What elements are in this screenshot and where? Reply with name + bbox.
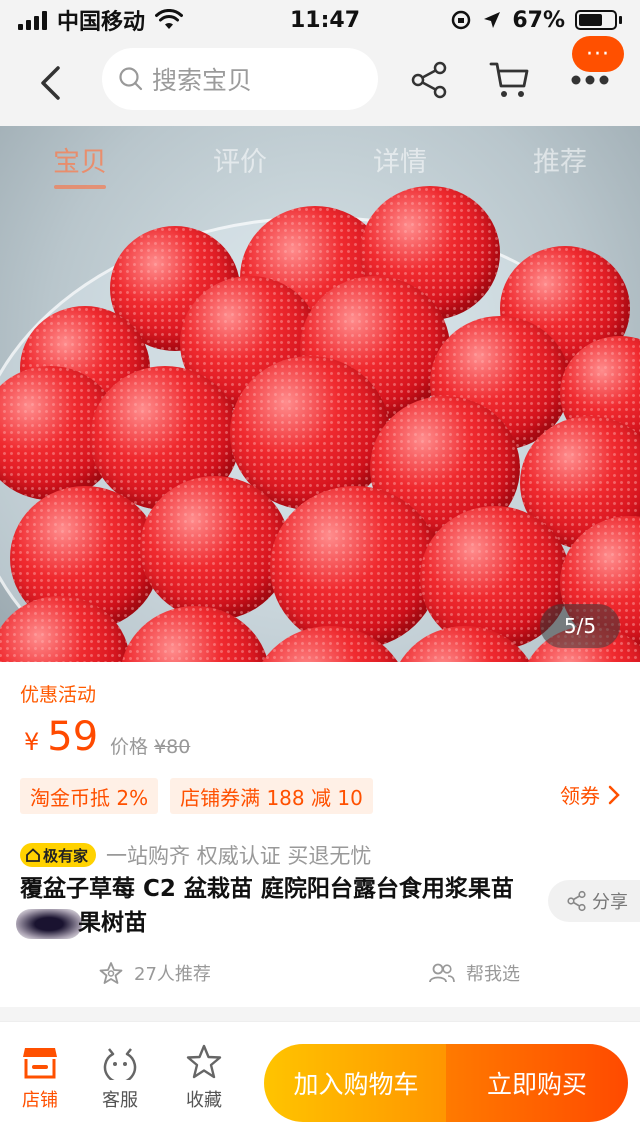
tab-underline (54, 184, 106, 189)
bottom-action-bar: 店铺 客服 收藏 加入购物车 立即购买 (0, 1021, 640, 1136)
signal-icon (18, 10, 47, 30)
customer-service-label: 客服 (102, 1090, 138, 1111)
tab-label: 详情 (373, 146, 427, 178)
search-input[interactable]: 搜索宝贝 (102, 48, 378, 110)
status-right: 67% (450, 8, 622, 33)
original-price-label: 价格 (110, 736, 149, 758)
search-icon (119, 67, 143, 91)
tab-recommend[interactable]: 推荐 (480, 126, 640, 202)
share-icon (567, 890, 586, 912)
tab-label: 推荐 (533, 146, 587, 178)
customer-service-button[interactable]: 客服 (80, 1044, 160, 1112)
tab-label: 宝贝 (53, 146, 107, 178)
cart-icon (489, 62, 529, 97)
current-price: ¥ 59 (24, 714, 98, 760)
status-left: 中国移动 (18, 4, 184, 36)
status-bar: 中国移动 11:47 67% (0, 0, 640, 40)
product-title: 覆盆子草莓 C2 盆栽苗 庭院阳台露台食用浆果苗果树苗 (16, 872, 530, 940)
tab-item[interactable]: 宝贝 (0, 126, 160, 202)
product-title-main: 覆盆子草莓 C2 盆栽苗 庭院阳台露台食用浆果苗 (20, 876, 514, 902)
favorite-button[interactable]: 收藏 (164, 1044, 244, 1112)
share-icon (411, 61, 447, 99)
tab-label: 评价 (213, 146, 267, 178)
share-label: 分享 (592, 892, 628, 913)
tagline-text: 一站购齐 权威认证 买退无忧 (106, 844, 372, 868)
coupon-taojinbi[interactable]: 淘金币抵 2% (20, 778, 159, 814)
price-value: 59 (47, 714, 99, 760)
coupon-list: 淘金币抵 2% 店铺券满 188 减 10 (20, 778, 373, 814)
carrier-label: 中国移动 (57, 10, 146, 35)
product-image-gallery[interactable]: 宝贝 评价 详情 推荐 5/5 (0, 126, 640, 662)
shop-button[interactable]: 店铺 (0, 1044, 80, 1112)
people-icon (429, 963, 455, 983)
chevron-right-icon (608, 785, 620, 804)
share-pill[interactable]: 分享 (548, 880, 640, 922)
help-choose-button[interactable]: 帮我选 (428, 960, 520, 986)
product-info: 优惠活动 ¥ 59 价格 ¥80 淘金币抵 2% 店铺券满 188 减 10 领… (0, 662, 640, 1007)
promo-title: 优惠活动 (20, 684, 97, 706)
cart-button[interactable] (488, 58, 532, 102)
search-placeholder: 搜索宝贝 (152, 66, 253, 95)
jiyoujia-badge: 极有家 (20, 843, 97, 867)
section-tabs: 宝贝 评价 详情 推荐 (0, 126, 640, 202)
house-icon (26, 848, 40, 862)
original-price-value: ¥80 (154, 736, 191, 758)
get-coupon-button[interactable]: 领券 (560, 780, 620, 809)
tab-details[interactable]: 详情 (320, 126, 480, 202)
back-button[interactable] (0, 40, 100, 126)
tab-reviews[interactable]: 评价 (160, 126, 320, 202)
favorite-label: 收藏 (186, 1090, 222, 1111)
rotation-lock-icon (452, 10, 471, 30)
buy-now-button[interactable]: 立即购买 (446, 1044, 628, 1122)
recommend-icon (99, 962, 123, 984)
original-price: 价格 ¥80 (110, 732, 190, 759)
help-choose-label: 帮我选 (466, 964, 520, 985)
image-pager: 5/5 (540, 604, 620, 648)
message-badge[interactable]: ··· (572, 36, 624, 72)
back-arrow-icon (41, 66, 60, 100)
shop-icon (23, 1048, 57, 1079)
shop-label: 店铺 (22, 1090, 58, 1111)
recommend-count[interactable]: 27人推荐 (98, 960, 211, 986)
star-icon (186, 1044, 222, 1079)
share-button[interactable] (408, 58, 452, 102)
redacted-smudge (16, 908, 82, 939)
coupon-shop[interactable]: 店铺券满 188 减 10 (170, 778, 373, 814)
jiyoujia-label: 极有家 (43, 846, 89, 865)
recommend-label: 27人推荐 (134, 964, 211, 985)
get-coupon-label: 领券 (560, 784, 600, 808)
customer-service-icon (103, 1048, 137, 1080)
more-icon (571, 75, 609, 85)
top-nav: 搜索宝贝 ··· (0, 36, 640, 126)
location-icon (484, 12, 501, 28)
add-to-cart-button[interactable]: 加入购物车 (264, 1044, 448, 1122)
clock: 11:47 (290, 7, 361, 33)
currency-symbol: ¥ (24, 728, 40, 756)
battery-percent: 67% (512, 7, 565, 33)
product-detail-page: 中国移动 11:47 67% 搜索宝贝 ··· 宝贝 评价 详情 推荐 5/5 … (0, 0, 640, 1136)
raspberry (270, 486, 440, 650)
section-divider (0, 1007, 640, 1021)
raspberry (140, 476, 290, 620)
wifi-icon (155, 9, 184, 29)
quality-tagline: 极有家 一站购齐 权威认证 买退无忧 (20, 840, 371, 870)
battery-icon (575, 10, 622, 30)
product-title-tail: 果树苗 (78, 910, 147, 936)
